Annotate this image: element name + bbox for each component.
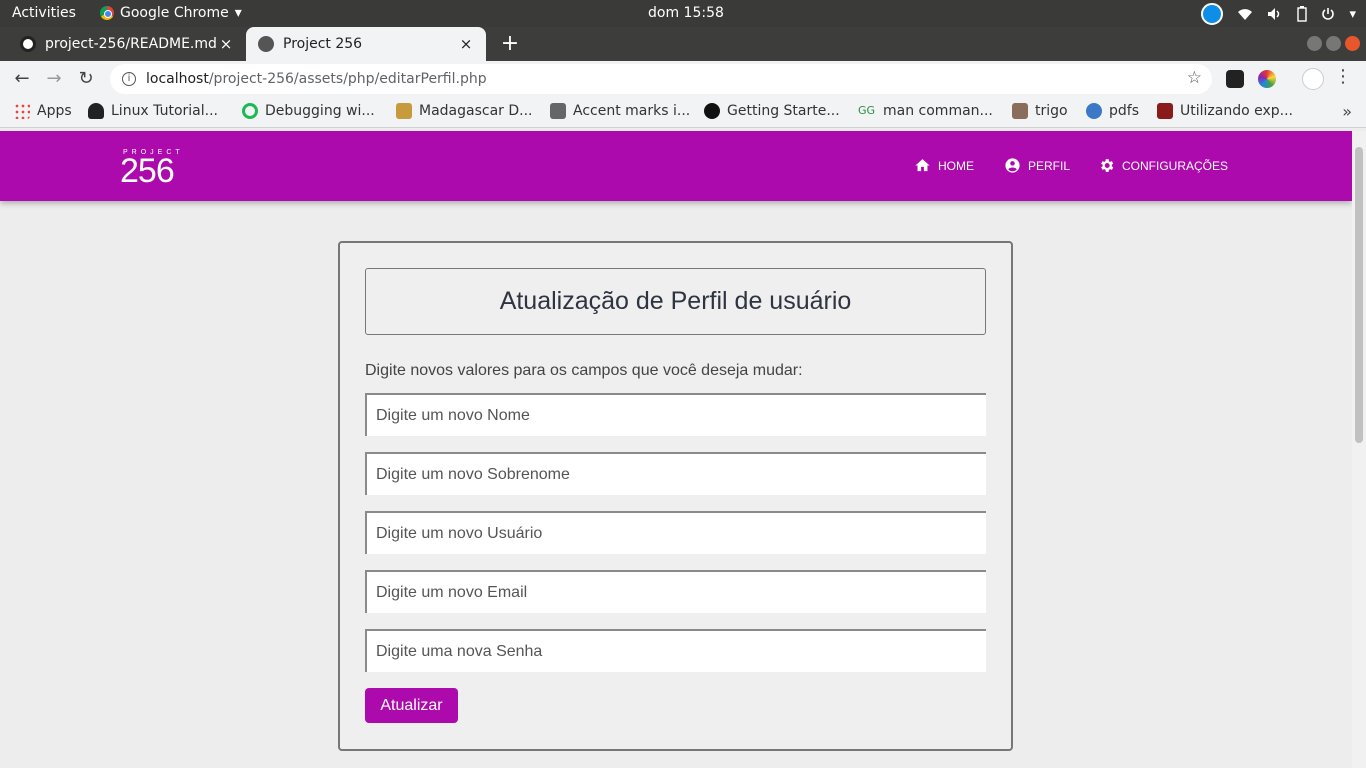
extension-icon[interactable] <box>1226 70 1244 88</box>
apps-grid-icon <box>14 103 30 119</box>
globe-icon <box>1086 103 1102 119</box>
bookmark-getting-started[interactable]: Getting Starte... <box>704 103 840 119</box>
nav-home[interactable]: HOME <box>914 157 974 174</box>
url-host: localhost <box>146 71 209 87</box>
document-icon <box>550 103 566 119</box>
scrollbar-thumb[interactable] <box>1355 147 1363 443</box>
debug-icon <box>242 103 258 119</box>
atualizar-button[interactable]: Atualizar <box>365 688 458 723</box>
chrome-icon <box>100 6 114 20</box>
activities-button[interactable]: Activities <box>12 5 76 21</box>
tab-strip: project-256/README.md × Project 256 × + <box>0 27 1366 61</box>
globe-icon <box>258 36 274 52</box>
profile-avatar[interactable] <box>1302 68 1324 90</box>
os-top-bar: Activities Google Chrome ▾ dom 15:58 ▾ <box>0 0 1366 27</box>
volume-icon <box>1268 8 1280 20</box>
bookmark-man-command[interactable]: GG man comman... <box>858 103 993 119</box>
bookmark-trigo[interactable]: trigo <box>1012 103 1068 119</box>
nome-input[interactable] <box>365 393 986 436</box>
home-icon <box>915 159 930 172</box>
app-name: Google Chrome <box>120 5 229 21</box>
nav-configuracoes[interactable]: CONFIGURAÇÕES <box>1098 157 1228 174</box>
site-header: PROJECT 256 HOME PERFIL CONFIGURAÇÕES <box>0 131 1352 201</box>
power-menu-icon <box>1322 8 1335 20</box>
system-tray[interactable]: ▾ <box>1201 3 1356 25</box>
url-path: /project-256/assets/php/editarPerfil.php <box>208 71 487 87</box>
clock[interactable]: dom 15:58 <box>648 5 724 21</box>
chevron-down-icon: ▾ <box>1349 6 1356 22</box>
email-input[interactable] <box>365 570 986 613</box>
bookmark-pdfs[interactable]: pdfs <box>1086 103 1139 119</box>
nav-label: HOME <box>938 158 974 173</box>
maximize-button[interactable] <box>1326 36 1341 51</box>
tux-icon <box>88 103 104 119</box>
bookmark-utilizando[interactable]: Utilizando exp... <box>1157 103 1293 119</box>
nav-label: PERFIL <box>1028 158 1071 173</box>
info-icon[interactable]: i <box>122 72 136 86</box>
close-icon[interactable]: × <box>458 35 474 53</box>
gear-icon <box>1101 159 1114 172</box>
github-icon <box>20 36 36 52</box>
github-icon <box>704 103 720 119</box>
madagascar-icon <box>396 103 412 119</box>
bookmark-accent-marks[interactable]: Accent marks i... <box>550 103 690 119</box>
trigo-icon <box>1012 103 1028 119</box>
bookmark-debugging[interactable]: Debugging wi... <box>242 103 375 119</box>
sobrenome-input[interactable] <box>365 452 986 495</box>
bookmark-label: pdfs <box>1109 103 1139 119</box>
tab-project-256[interactable]: Project 256 × <box>246 27 486 61</box>
bookmark-label: Getting Starte... <box>727 103 840 119</box>
bookmark-favicon-icon <box>1157 103 1173 119</box>
close-icon[interactable]: × <box>218 35 234 53</box>
form-instruction: Digite novos valores para os campos que … <box>365 362 803 379</box>
senha-input[interactable] <box>365 629 986 672</box>
chevron-down-icon: ▾ <box>234 5 242 21</box>
browser-toolbar: ← → ↻ i localhost/project-256/assets/php… <box>0 61 1366 97</box>
more-menu-icon[interactable]: ⋮ <box>1334 66 1352 87</box>
reload-button[interactable]: ↻ <box>74 67 98 91</box>
logo-big-text: 256 <box>120 152 175 190</box>
bookmark-linux-tutorial[interactable]: Linux Tutorial... <box>88 103 218 119</box>
nav-perfil[interactable]: PERFIL <box>1004 157 1070 174</box>
app-menu[interactable]: Google Chrome ▾ <box>100 5 242 21</box>
tab-label: Project 256 <box>283 36 363 52</box>
bookmark-label: Linux Tutorial... <box>111 103 218 119</box>
battery-icon <box>1297 6 1308 22</box>
minimize-button[interactable] <box>1307 36 1322 51</box>
color-picker-extension-icon[interactable] <box>1258 70 1276 88</box>
bookmark-madagascar[interactable]: Madagascar D... <box>396 103 533 119</box>
bookmark-label: Debugging wi... <box>265 103 375 119</box>
more-bookmarks-icon[interactable]: » <box>1342 102 1352 121</box>
back-button[interactable]: ← <box>10 67 34 91</box>
forward-button[interactable]: → <box>42 67 66 91</box>
page-viewport: PROJECT 256 HOME PERFIL CONFIGURAÇÕES At… <box>0 131 1352 768</box>
page-scrollbar[interactable] <box>1352 131 1366 768</box>
tab-readme[interactable]: project-256/README.md × <box>8 27 246 61</box>
bookmark-label: man comman... <box>883 103 993 119</box>
new-tab-button[interactable]: + <box>498 31 522 56</box>
geeksforgeeks-icon: GG <box>858 104 876 117</box>
account-icon <box>1005 158 1020 173</box>
profile-update-form: Atualização de Perfil de usuário Digite … <box>338 241 1013 751</box>
bookmark-label: Madagascar D... <box>419 103 533 119</box>
form-title: Atualização de Perfil de usuário <box>365 268 986 335</box>
wifi-icon <box>1238 9 1253 20</box>
bookmark-apps[interactable]: Apps <box>14 103 72 119</box>
bookmark-label: Accent marks i... <box>573 103 691 119</box>
usuario-input[interactable] <box>365 511 986 554</box>
close-window-button[interactable] <box>1345 36 1360 51</box>
bookmark-label: Apps <box>37 103 72 119</box>
site-logo[interactable]: PROJECT 256 <box>120 149 184 190</box>
bookmark-star-icon[interactable]: ☆ <box>1187 68 1202 88</box>
bookmark-label: Utilizando exp... <box>1180 103 1293 119</box>
bookmark-label: trigo <box>1035 103 1068 119</box>
tab-label: project-256/README.md <box>45 36 217 52</box>
address-bar[interactable]: i localhost/project-256/assets/php/edita… <box>110 64 1212 94</box>
teamviewer-icon[interactable] <box>1201 3 1224 25</box>
window-controls <box>1307 36 1360 51</box>
bookmarks-bar: Apps Linux Tutorial... Debugging wi... M… <box>0 97 1366 128</box>
nav-label: CONFIGURAÇÕES <box>1122 158 1229 173</box>
